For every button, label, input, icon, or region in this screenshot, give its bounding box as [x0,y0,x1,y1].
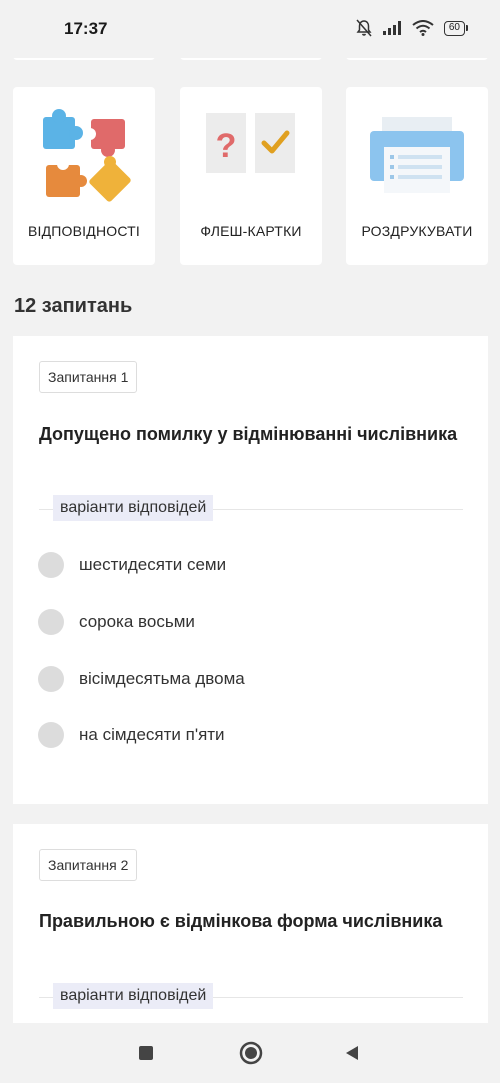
battery-icon: 60 [443,20,468,36]
home-button[interactable] [221,1023,281,1083]
flashcards-icon: ? [206,113,295,173]
svg-text:?: ? [216,127,237,165]
back-button[interactable] [322,1023,382,1083]
questions-count: 12 запитань [14,295,133,317]
system-nav-bar [0,1023,500,1083]
answer-options-label: варіанти відповідей [53,495,214,521]
status-icons: 60 [356,19,468,37]
answer-option-text: сорока восьми [79,612,195,631]
home-circle-icon [239,1041,263,1065]
tool-card-matching[interactable]: ВІДПОВІДНОСТІ [13,87,155,265]
printer-icon [370,117,464,193]
recent-apps-button[interactable] [116,1023,176,1083]
square-icon [139,1046,153,1060]
mute-icon [356,19,372,37]
tool-card-print[interactable]: РОЗДРУКУВАТИ [346,87,488,265]
question-text: Допущено помилку у відмінюванні числівни… [39,424,458,444]
radio-button[interactable] [38,552,64,578]
answer-option[interactable]: сорока восьми [38,609,195,635]
answer-options-label: варіанти відповідей [53,983,214,1009]
tool-card-flashcards[interactable]: ? ФЛЕШ-КАРТКИ [180,87,322,265]
wifi-icon [412,20,434,36]
radio-button[interactable] [38,666,64,692]
answer-option[interactable]: вісімдесятьма двома [38,666,245,692]
question-badge: Запитання 2 [39,849,138,881]
answer-option[interactable]: шестидесяти семи [38,552,226,578]
battery-level: 60 [443,20,465,36]
question-text: Правильною є відмінкова форма числівника [39,911,443,931]
answer-option-text: на сімдесяти п'яти [79,725,225,744]
answer-option-text: шестидесяти семи [79,555,227,574]
answer-option[interactable]: на сімдесяти п'яти [38,722,225,748]
radio-button[interactable] [38,609,64,635]
answer-option-text: вісімдесятьма двома [79,669,245,688]
question-card-1: Запитання 1 Допущено помилку у відмінюва… [13,336,488,804]
tool-label-matching: ВІДПОВІДНОСТІ [27,223,141,239]
status-time: 17:37 [64,19,108,38]
tool-label-print: РОЗДРУКУВАТИ [361,223,473,239]
signal-icon [382,21,401,35]
status-bar: 17:37 60 [0,0,500,58]
puzzle-icon [43,109,131,202]
tool-label-flashcards: ФЛЕШ-КАРТКИ [200,223,302,239]
question-card-2: Запитання 2 Правильною є відмінкова форм… [13,824,488,1024]
back-triangle-icon [346,1046,358,1060]
question-badge: Запитання 1 [39,361,138,393]
radio-button[interactable] [38,722,64,748]
